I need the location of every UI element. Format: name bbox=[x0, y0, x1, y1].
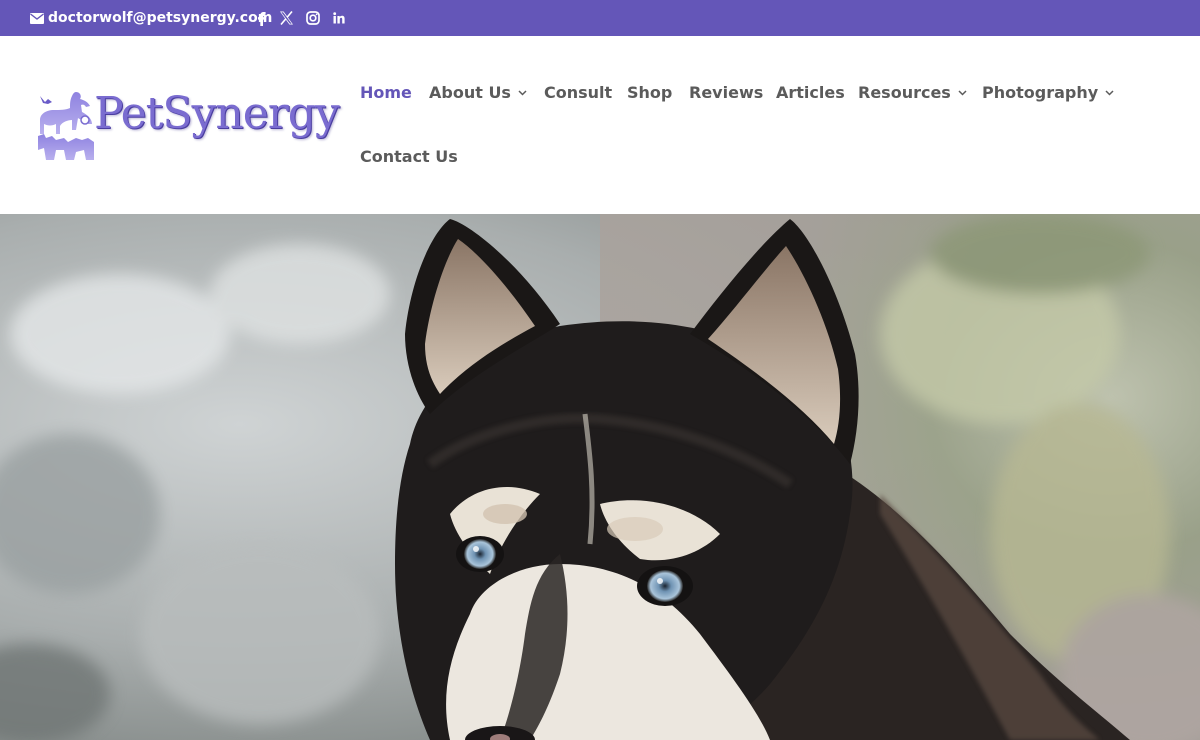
nav-label: Articles bbox=[776, 83, 845, 102]
hero-image bbox=[0, 214, 1200, 740]
envelope-icon bbox=[30, 12, 44, 24]
nav-label: Resources bbox=[858, 83, 951, 102]
nav-item-resources[interactable]: Resources bbox=[858, 82, 967, 104]
linkedin-icon bbox=[333, 12, 345, 24]
nav-item-articles[interactable]: Articles bbox=[776, 82, 845, 104]
left-eye bbox=[456, 536, 504, 572]
facebook-icon bbox=[257, 11, 266, 26]
site-header: PetSynergy Home About Us Consult Shop Re… bbox=[0, 36, 1200, 214]
nav-item-home[interactable]: Home bbox=[360, 82, 412, 104]
nav-item-about-us[interactable]: About Us bbox=[429, 82, 527, 104]
right-eye bbox=[637, 566, 693, 606]
nav-item-photography[interactable]: Photography bbox=[982, 82, 1114, 104]
nav-item-contact-us[interactable]: Contact Us bbox=[360, 146, 458, 168]
email-link[interactable]: doctorwolf@petsynergy.com bbox=[30, 9, 272, 27]
x-twitter-link[interactable] bbox=[278, 9, 294, 27]
animal-silhouettes-logo-icon bbox=[38, 92, 94, 160]
linkedin-link[interactable] bbox=[332, 9, 346, 27]
nav-item-consult[interactable]: Consult bbox=[544, 82, 612, 104]
chevron-down-icon bbox=[958, 90, 967, 96]
nav-label: Contact Us bbox=[360, 147, 458, 166]
logo-wordmark: PetSynergy bbox=[94, 88, 340, 139]
chevron-down-icon bbox=[1105, 90, 1114, 96]
nav-label: Consult bbox=[544, 83, 613, 102]
nav-label: Photography bbox=[982, 83, 1099, 102]
nav-item-reviews[interactable]: Reviews bbox=[689, 82, 763, 104]
email-address: doctorwolf@petsynergy.com bbox=[48, 10, 273, 26]
nav-label: About Us bbox=[429, 83, 511, 102]
x-twitter-icon bbox=[279, 11, 293, 25]
top-bar: doctorwolf@petsynergy.com bbox=[0, 0, 1200, 36]
site-logo[interactable]: PetSynergy bbox=[36, 86, 340, 164]
nav-label: Home bbox=[360, 83, 412, 102]
instagram-icon bbox=[305, 11, 320, 25]
instagram-link[interactable] bbox=[305, 9, 320, 27]
nav-label: Reviews bbox=[689, 83, 764, 102]
chevron-down-icon bbox=[518, 90, 527, 96]
husky-photo bbox=[0, 214, 1200, 740]
nav-label: Shop bbox=[627, 83, 673, 102]
facebook-link[interactable] bbox=[254, 9, 268, 27]
nav-item-shop[interactable]: Shop bbox=[627, 82, 672, 104]
